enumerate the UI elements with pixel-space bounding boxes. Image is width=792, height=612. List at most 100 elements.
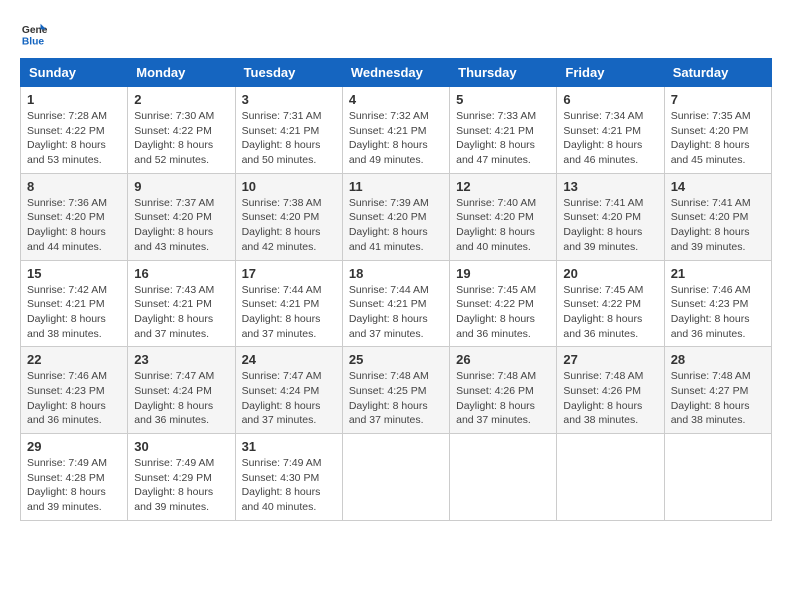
calendar-cell — [664, 434, 771, 521]
calendar-cell: 20 Sunrise: 7:45 AMSunset: 4:22 PMDaylig… — [557, 260, 664, 347]
calendar-cell: 19 Sunrise: 7:45 AMSunset: 4:22 PMDaylig… — [450, 260, 557, 347]
day-info: Sunrise: 7:49 AMSunset: 4:28 PMDaylight:… — [27, 457, 107, 513]
day-number: 7 — [671, 92, 765, 107]
day-number: 8 — [27, 179, 121, 194]
day-info: Sunrise: 7:44 AMSunset: 4:21 PMDaylight:… — [349, 284, 429, 340]
day-info: Sunrise: 7:30 AMSunset: 4:22 PMDaylight:… — [134, 110, 214, 166]
calendar-week-4: 22 Sunrise: 7:46 AMSunset: 4:23 PMDaylig… — [21, 347, 772, 434]
calendar-cell: 9 Sunrise: 7:37 AMSunset: 4:20 PMDayligh… — [128, 173, 235, 260]
day-number: 30 — [134, 439, 228, 454]
day-info: Sunrise: 7:31 AMSunset: 4:21 PMDaylight:… — [242, 110, 322, 166]
calendar-cell: 11 Sunrise: 7:39 AMSunset: 4:20 PMDaylig… — [342, 173, 449, 260]
day-info: Sunrise: 7:41 AMSunset: 4:20 PMDaylight:… — [671, 197, 751, 253]
calendar-week-5: 29 Sunrise: 7:49 AMSunset: 4:28 PMDaylig… — [21, 434, 772, 521]
calendar-cell: 1 Sunrise: 7:28 AMSunset: 4:22 PMDayligh… — [21, 87, 128, 174]
day-info: Sunrise: 7:48 AMSunset: 4:27 PMDaylight:… — [671, 370, 751, 426]
calendar-cell — [557, 434, 664, 521]
day-number: 27 — [563, 352, 657, 367]
calendar-cell: 6 Sunrise: 7:34 AMSunset: 4:21 PMDayligh… — [557, 87, 664, 174]
day-info: Sunrise: 7:42 AMSunset: 4:21 PMDaylight:… — [27, 284, 107, 340]
calendar-cell: 16 Sunrise: 7:43 AMSunset: 4:21 PMDaylig… — [128, 260, 235, 347]
day-info: Sunrise: 7:48 AMSunset: 4:25 PMDaylight:… — [349, 370, 429, 426]
calendar-table: SundayMondayTuesdayWednesdayThursdayFrid… — [20, 58, 772, 521]
day-number: 23 — [134, 352, 228, 367]
day-info: Sunrise: 7:47 AMSunset: 4:24 PMDaylight:… — [242, 370, 322, 426]
day-number: 28 — [671, 352, 765, 367]
day-info: Sunrise: 7:46 AMSunset: 4:23 PMDaylight:… — [27, 370, 107, 426]
day-info: Sunrise: 7:28 AMSunset: 4:22 PMDaylight:… — [27, 110, 107, 166]
day-number: 17 — [242, 266, 336, 281]
day-info: Sunrise: 7:38 AMSunset: 4:20 PMDaylight:… — [242, 197, 322, 253]
calendar-cell: 31 Sunrise: 7:49 AMSunset: 4:30 PMDaylig… — [235, 434, 342, 521]
header: General Blue — [20, 20, 772, 48]
day-info: Sunrise: 7:48 AMSunset: 4:26 PMDaylight:… — [563, 370, 643, 426]
calendar-cell: 10 Sunrise: 7:38 AMSunset: 4:20 PMDaylig… — [235, 173, 342, 260]
weekday-header-wednesday: Wednesday — [342, 59, 449, 87]
weekday-header-thursday: Thursday — [450, 59, 557, 87]
day-info: Sunrise: 7:46 AMSunset: 4:23 PMDaylight:… — [671, 284, 751, 340]
svg-text:General: General — [22, 25, 48, 36]
calendar-cell: 28 Sunrise: 7:48 AMSunset: 4:27 PMDaylig… — [664, 347, 771, 434]
day-info: Sunrise: 7:39 AMSunset: 4:20 PMDaylight:… — [349, 197, 429, 253]
weekday-header-saturday: Saturday — [664, 59, 771, 87]
calendar-cell: 18 Sunrise: 7:44 AMSunset: 4:21 PMDaylig… — [342, 260, 449, 347]
day-info: Sunrise: 7:37 AMSunset: 4:20 PMDaylight:… — [134, 197, 214, 253]
calendar-cell: 17 Sunrise: 7:44 AMSunset: 4:21 PMDaylig… — [235, 260, 342, 347]
calendar-week-3: 15 Sunrise: 7:42 AMSunset: 4:21 PMDaylig… — [21, 260, 772, 347]
calendar-cell: 4 Sunrise: 7:32 AMSunset: 4:21 PMDayligh… — [342, 87, 449, 174]
calendar-cell: 30 Sunrise: 7:49 AMSunset: 4:29 PMDaylig… — [128, 434, 235, 521]
day-number: 20 — [563, 266, 657, 281]
calendar-cell: 13 Sunrise: 7:41 AMSunset: 4:20 PMDaylig… — [557, 173, 664, 260]
day-info: Sunrise: 7:49 AMSunset: 4:30 PMDaylight:… — [242, 457, 322, 513]
day-number: 3 — [242, 92, 336, 107]
weekday-header-monday: Monday — [128, 59, 235, 87]
logo: General Blue — [20, 20, 48, 48]
day-number: 16 — [134, 266, 228, 281]
day-number: 25 — [349, 352, 443, 367]
day-info: Sunrise: 7:45 AMSunset: 4:22 PMDaylight:… — [456, 284, 536, 340]
day-info: Sunrise: 7:48 AMSunset: 4:26 PMDaylight:… — [456, 370, 536, 426]
logo-icon: General Blue — [20, 20, 48, 48]
day-number: 2 — [134, 92, 228, 107]
day-info: Sunrise: 7:47 AMSunset: 4:24 PMDaylight:… — [134, 370, 214, 426]
day-number: 12 — [456, 179, 550, 194]
calendar-cell: 21 Sunrise: 7:46 AMSunset: 4:23 PMDaylig… — [664, 260, 771, 347]
day-info: Sunrise: 7:49 AMSunset: 4:29 PMDaylight:… — [134, 457, 214, 513]
day-info: Sunrise: 7:36 AMSunset: 4:20 PMDaylight:… — [27, 197, 107, 253]
weekday-header-tuesday: Tuesday — [235, 59, 342, 87]
calendar-cell: 3 Sunrise: 7:31 AMSunset: 4:21 PMDayligh… — [235, 87, 342, 174]
calendar-cell: 8 Sunrise: 7:36 AMSunset: 4:20 PMDayligh… — [21, 173, 128, 260]
day-number: 15 — [27, 266, 121, 281]
day-number: 9 — [134, 179, 228, 194]
svg-text:Blue: Blue — [22, 36, 45, 47]
day-info: Sunrise: 7:34 AMSunset: 4:21 PMDaylight:… — [563, 110, 643, 166]
calendar-cell: 22 Sunrise: 7:46 AMSunset: 4:23 PMDaylig… — [21, 347, 128, 434]
calendar-cell — [342, 434, 449, 521]
calendar-cell: 2 Sunrise: 7:30 AMSunset: 4:22 PMDayligh… — [128, 87, 235, 174]
calendar-cell: 25 Sunrise: 7:48 AMSunset: 4:25 PMDaylig… — [342, 347, 449, 434]
day-number: 10 — [242, 179, 336, 194]
calendar-week-1: 1 Sunrise: 7:28 AMSunset: 4:22 PMDayligh… — [21, 87, 772, 174]
day-number: 21 — [671, 266, 765, 281]
calendar-cell: 5 Sunrise: 7:33 AMSunset: 4:21 PMDayligh… — [450, 87, 557, 174]
day-number: 26 — [456, 352, 550, 367]
day-number: 22 — [27, 352, 121, 367]
calendar-cell: 29 Sunrise: 7:49 AMSunset: 4:28 PMDaylig… — [21, 434, 128, 521]
day-info: Sunrise: 7:44 AMSunset: 4:21 PMDaylight:… — [242, 284, 322, 340]
weekday-header-sunday: Sunday — [21, 59, 128, 87]
day-number: 14 — [671, 179, 765, 194]
calendar-cell: 24 Sunrise: 7:47 AMSunset: 4:24 PMDaylig… — [235, 347, 342, 434]
weekday-header-friday: Friday — [557, 59, 664, 87]
day-info: Sunrise: 7:41 AMSunset: 4:20 PMDaylight:… — [563, 197, 643, 253]
day-number: 24 — [242, 352, 336, 367]
calendar-cell: 23 Sunrise: 7:47 AMSunset: 4:24 PMDaylig… — [128, 347, 235, 434]
day-info: Sunrise: 7:35 AMSunset: 4:20 PMDaylight:… — [671, 110, 751, 166]
day-info: Sunrise: 7:33 AMSunset: 4:21 PMDaylight:… — [456, 110, 536, 166]
day-number: 29 — [27, 439, 121, 454]
calendar-cell: 26 Sunrise: 7:48 AMSunset: 4:26 PMDaylig… — [450, 347, 557, 434]
calendar-cell: 7 Sunrise: 7:35 AMSunset: 4:20 PMDayligh… — [664, 87, 771, 174]
day-number: 4 — [349, 92, 443, 107]
calendar-cell: 12 Sunrise: 7:40 AMSunset: 4:20 PMDaylig… — [450, 173, 557, 260]
day-number: 5 — [456, 92, 550, 107]
weekday-header-row: SundayMondayTuesdayWednesdayThursdayFrid… — [21, 59, 772, 87]
